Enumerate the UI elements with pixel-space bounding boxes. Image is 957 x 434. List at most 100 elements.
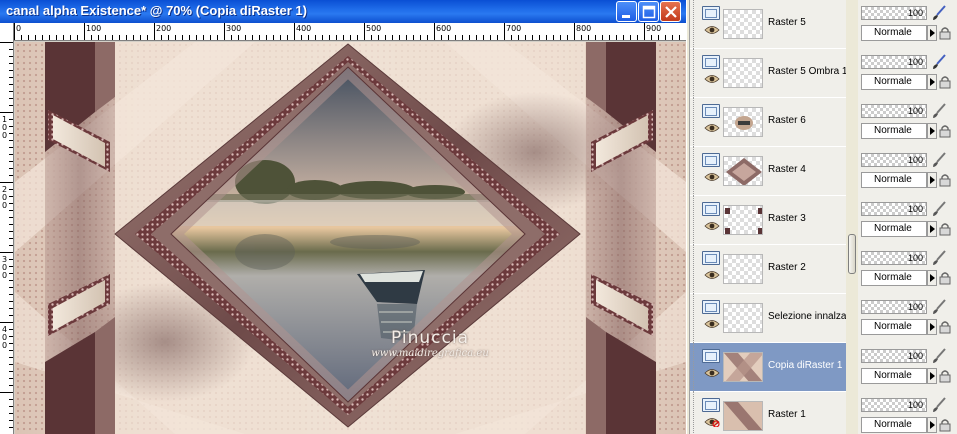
opacity-value: 100: [907, 253, 923, 263]
opacity-slider[interactable]: 100: [861, 300, 927, 314]
brush-icon[interactable]: [930, 347, 948, 365]
layer-row[interactable]: Raster 5: [690, 0, 846, 49]
eye-icon[interactable]: [704, 368, 720, 378]
maximize-button[interactable]: [638, 1, 659, 22]
eye-icon[interactable]: [704, 270, 720, 280]
blend-mode-select[interactable]: Normale: [861, 25, 927, 41]
opacity-value: 100: [907, 106, 923, 116]
layer-name: Selezione innalzata: [768, 311, 846, 322]
image-canvas[interactable]: Pinuccia www.maidiregrafica.eu: [15, 42, 686, 434]
blend-mode-select[interactable]: Normale: [861, 270, 927, 286]
blend-mode-arrow[interactable]: [927, 270, 937, 286]
vertical-ruler-ticks: [0, 42, 13, 428]
brush-icon[interactable]: [930, 4, 948, 22]
lock-icon[interactable]: [938, 418, 952, 432]
minimize-icon: [622, 15, 630, 18]
opacity-slider[interactable]: 100: [861, 398, 927, 412]
scrollbar-thumb[interactable]: [848, 234, 856, 274]
lock-icon[interactable]: [938, 222, 952, 236]
lock-icon[interactable]: [938, 173, 952, 187]
blend-mode-arrow[interactable]: [927, 319, 937, 335]
ruler-label: 900: [646, 24, 662, 33]
close-button[interactable]: [660, 1, 681, 22]
layer-thumbnail: [723, 9, 763, 39]
layer-thumbnail: [723, 303, 763, 333]
layer-row-selected[interactable]: Copia diRaster 1: [690, 343, 846, 392]
watermark-url: www.maidiregrafica.eu: [371, 348, 489, 359]
opacity-slider[interactable]: 100: [861, 55, 927, 69]
lock-icon[interactable]: [938, 271, 952, 285]
layers-scrollbar[interactable]: [846, 0, 858, 434]
brush-icon[interactable]: [930, 53, 948, 71]
blend-mode-arrow[interactable]: [927, 74, 937, 90]
eye-icon[interactable]: [704, 25, 720, 35]
opacity-slider[interactable]: 100: [861, 202, 927, 216]
layer-row[interactable]: Selezione innalzata: [690, 294, 846, 343]
ruler-label: 400: [296, 24, 312, 33]
ruler-label: 2 0 0: [2, 185, 8, 210]
minimize-button[interactable]: [616, 1, 637, 22]
opacity-slider[interactable]: 100: [861, 104, 927, 118]
app-root: canal alpha Existence* @ 70% (Copia diRa…: [0, 0, 957, 434]
brush-icon[interactable]: [930, 249, 948, 267]
layer-row[interactable]: Raster 2: [690, 245, 846, 294]
layer-thumbnail: [723, 254, 763, 284]
layer-row[interactable]: Raster 6: [690, 98, 846, 147]
blend-mode-select[interactable]: Normale: [861, 221, 927, 237]
brush-icon[interactable]: [930, 298, 948, 316]
blend-mode-select[interactable]: Normale: [861, 319, 927, 335]
ruler-label: 300: [226, 24, 242, 33]
opacity-slider[interactable]: 100: [861, 6, 927, 20]
document-titlebar[interactable]: canal alpha Existence* @ 70% (Copia diRa…: [0, 0, 686, 23]
brush-icon[interactable]: [930, 102, 948, 120]
ruler-label: 700: [506, 24, 522, 33]
brush-icon[interactable]: [930, 151, 948, 169]
raster-layer-icon: [702, 202, 720, 216]
raster-layer-icon: [702, 104, 720, 118]
blend-mode-select[interactable]: Normale: [861, 172, 927, 188]
opacity-slider[interactable]: 100: [861, 153, 927, 167]
eye-icon[interactable]: [704, 123, 720, 133]
lock-icon[interactable]: [938, 75, 952, 89]
eye-icon[interactable]: [704, 74, 720, 84]
blend-mode-arrow[interactable]: [927, 368, 937, 384]
eye-icon[interactable]: [704, 319, 720, 329]
blend-mode-arrow[interactable]: [927, 221, 937, 237]
blend-mode-arrow[interactable]: [927, 25, 937, 41]
layer-properties-row: 100 Normale: [858, 196, 957, 245]
lock-icon[interactable]: [938, 26, 952, 40]
ruler-label: 600: [436, 24, 452, 33]
opacity-slider[interactable]: 100: [861, 349, 927, 363]
layer-row[interactable]: Raster 3: [690, 196, 846, 245]
blend-mode-select[interactable]: Normale: [861, 123, 927, 139]
blend-mode-select[interactable]: Normale: [861, 74, 927, 90]
raster-layer-icon: [702, 55, 720, 69]
brush-icon[interactable]: [930, 200, 948, 218]
layer-properties-row: 100 Normale: [858, 294, 957, 343]
layer-row[interactable]: Raster 5 Ombra 1: [690, 49, 846, 98]
lock-icon[interactable]: [938, 124, 952, 138]
eye-icon[interactable]: [704, 221, 720, 231]
layer-thumbnail: [723, 156, 763, 186]
eye-icon[interactable]: [704, 172, 720, 182]
lock-icon[interactable]: [938, 369, 952, 383]
raster-layer-icon: [702, 398, 720, 412]
layer-properties-row: 100 Normale: [858, 147, 957, 196]
layer-properties: 100 Normale 100 Normale 100 Normale 100 …: [858, 0, 957, 434]
brush-icon[interactable]: [930, 396, 948, 414]
layer-name: Raster 5 Ombra 1: [768, 66, 846, 77]
blend-mode-arrow[interactable]: [927, 417, 937, 433]
lock-icon[interactable]: [938, 320, 952, 334]
eye-hidden-icon[interactable]: [704, 417, 720, 427]
opacity-slider[interactable]: 100: [861, 251, 927, 265]
document-window: canal alpha Existence* @ 70% (Copia diRa…: [0, 0, 686, 434]
ruler-label: 4 0 0: [2, 325, 8, 350]
blend-mode-select[interactable]: Normale: [861, 417, 927, 433]
layer-row[interactable]: Raster 1: [690, 392, 846, 434]
layer-name: Raster 5: [768, 17, 806, 28]
layer-thumbnail: [723, 352, 763, 382]
blend-mode-arrow[interactable]: [927, 172, 937, 188]
blend-mode-select[interactable]: Normale: [861, 368, 927, 384]
layer-row[interactable]: Raster 4: [690, 147, 846, 196]
blend-mode-arrow[interactable]: [927, 123, 937, 139]
